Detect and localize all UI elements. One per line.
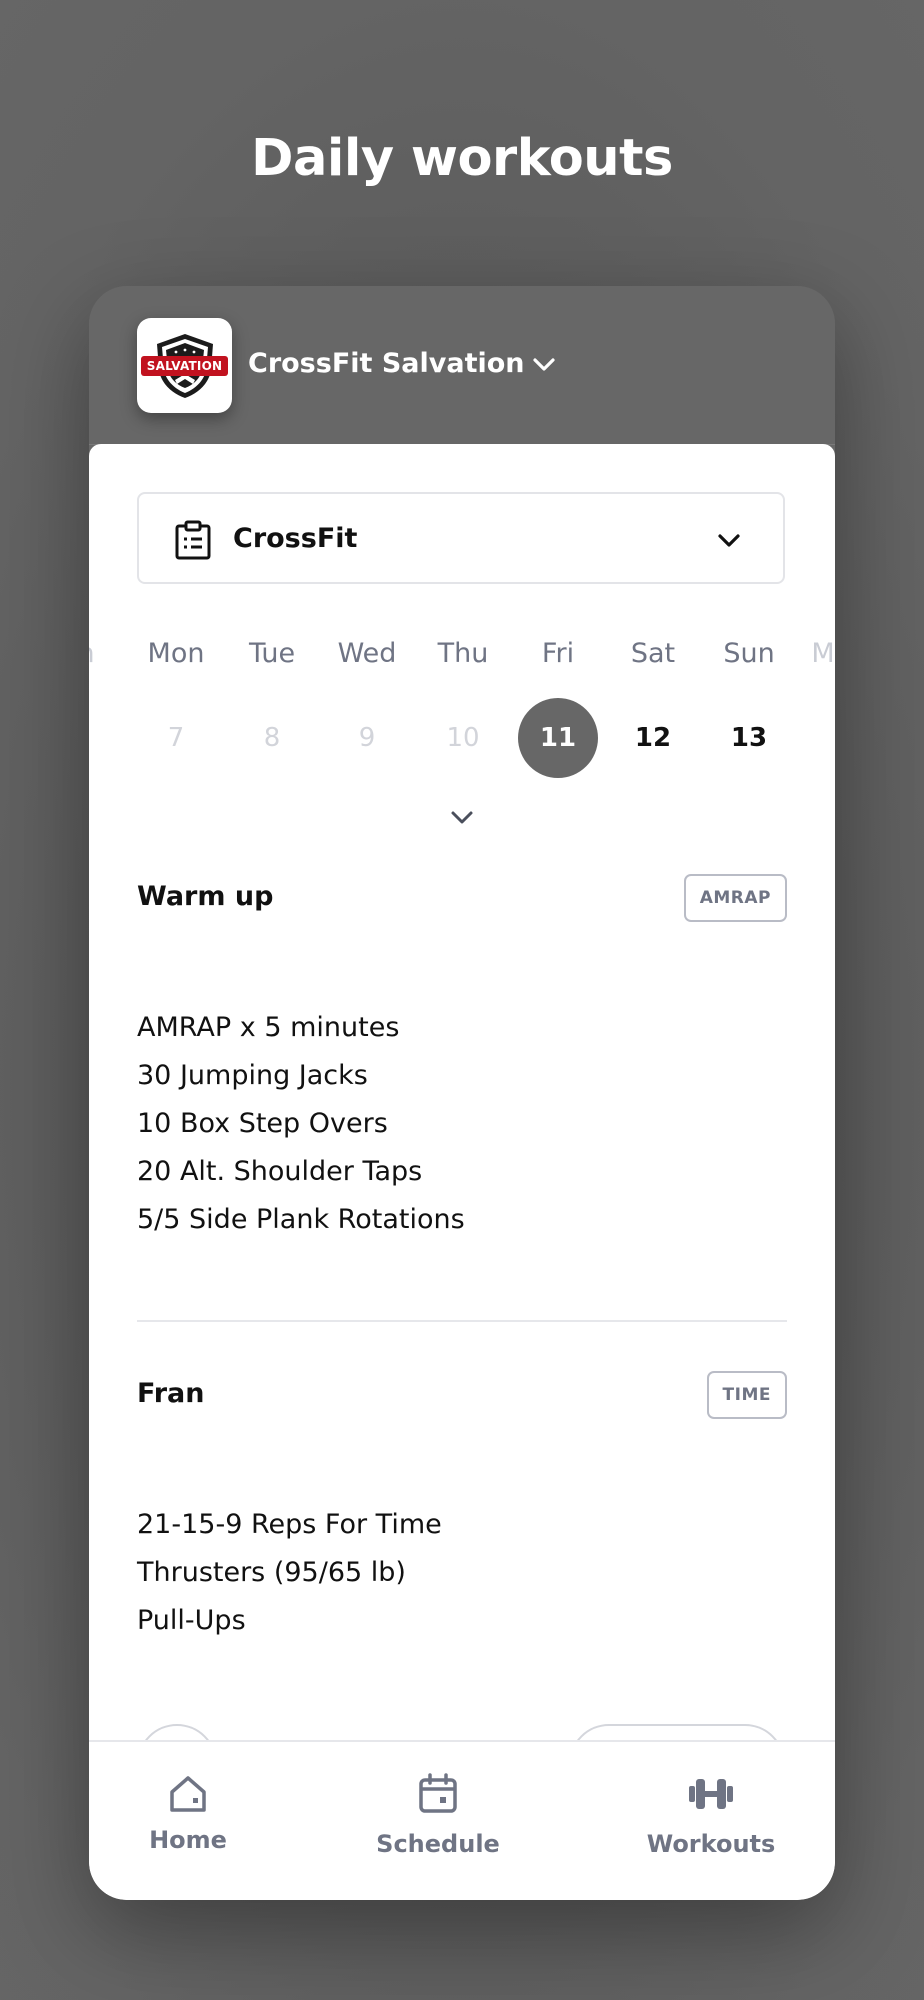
- gym-header: SALVATION CrossFit Salvation: [89, 286, 835, 445]
- week-day-names: n Mon Tue Wed Thu Fri Sat Sun M: [89, 634, 835, 674]
- workout-line: AMRAP x 5 minutes: [137, 1012, 400, 1043]
- nav-item-workouts[interactable]: Workouts: [621, 1742, 801, 1900]
- date-11-selected[interactable]: 11: [518, 698, 598, 778]
- dumbbell-icon: [689, 1779, 733, 1809]
- day-name-fri: Fri: [541, 638, 575, 669]
- section-title-warm-up: Warm up: [137, 881, 274, 912]
- clipboard-icon: [175, 520, 211, 560]
- logo-banner: SALVATION: [141, 356, 228, 376]
- day-name-wed: Wed: [337, 638, 397, 669]
- chevron-down-icon: [718, 534, 740, 547]
- workout-line: Pull-Ups: [137, 1605, 246, 1636]
- phone-frame: SALVATION CrossFit Salvation CrossFit n: [89, 286, 835, 1900]
- badge-time: TIME: [706, 1371, 787, 1419]
- workout-line: Thrusters (95/65 lb): [137, 1557, 406, 1588]
- day-name-sat: Sat: [630, 638, 676, 669]
- day-name-mon: Mon: [147, 638, 205, 669]
- nav-label-schedule: Schedule: [376, 1830, 500, 1858]
- workout-line: 10 Box Step Overs: [137, 1108, 388, 1139]
- logo-text: SALVATION: [146, 359, 223, 373]
- date-7[interactable]: 7: [136, 698, 216, 778]
- bottom-navigation: Home Schedule Workouts: [89, 1740, 835, 1900]
- badge-amrap: AMRAP: [683, 874, 787, 922]
- nav-item-home[interactable]: Home: [98, 1742, 278, 1900]
- program-select[interactable]: CrossFit: [137, 492, 785, 584]
- workout-line: 21-15-9 Reps For Time: [137, 1509, 442, 1540]
- date-10[interactable]: 10: [423, 698, 503, 778]
- chevron-down-icon[interactable]: [448, 804, 476, 832]
- date-13[interactable]: 13: [709, 698, 789, 778]
- date-12[interactable]: 12: [613, 698, 693, 778]
- workout-line: 20 Alt. Shoulder Taps: [137, 1156, 423, 1187]
- date-8[interactable]: 8: [232, 698, 312, 778]
- day-name-prev: n: [89, 634, 131, 674]
- date-9[interactable]: 9: [327, 698, 407, 778]
- program-label: CrossFit: [233, 523, 358, 554]
- gym-name[interactable]: CrossFit Salvation: [248, 346, 525, 382]
- workout-line: 30 Jumping Jacks: [137, 1060, 368, 1091]
- nav-label-workouts: Workouts: [646, 1830, 776, 1858]
- day-name-next: M: [811, 638, 835, 669]
- section-divider: [137, 1320, 787, 1322]
- section-title-fran: Fran: [137, 1378, 205, 1409]
- nav-item-schedule[interactable]: Schedule: [348, 1742, 528, 1900]
- week-dates: 7 8 9 10 11 12 13 1: [89, 698, 835, 778]
- gym-logo[interactable]: SALVATION: [137, 318, 232, 413]
- chevron-down-icon[interactable]: [529, 349, 559, 379]
- day-name-thu: Thu: [437, 638, 489, 669]
- page-headline: Daily workouts: [251, 129, 673, 188]
- day-name-tue: Tue: [248, 638, 296, 669]
- calendar-icon: [419, 1773, 457, 1813]
- date-next[interactable]: 1: [807, 698, 835, 778]
- fran-description: 21-15-9 Reps For Time Thrusters (95/65 l…: [137, 1501, 777, 1645]
- workout-card: CrossFit n Mon Tue Wed Thu Fri Sat Sun M…: [89, 444, 835, 1900]
- home-icon: [170, 1776, 206, 1812]
- workout-line: 5/5 Side Plank Rotations: [137, 1204, 465, 1235]
- warm-up-description: AMRAP x 5 minutes 30 Jumping Jacks 10 Bo…: [137, 1004, 777, 1244]
- nav-label-home: Home: [149, 1826, 227, 1854]
